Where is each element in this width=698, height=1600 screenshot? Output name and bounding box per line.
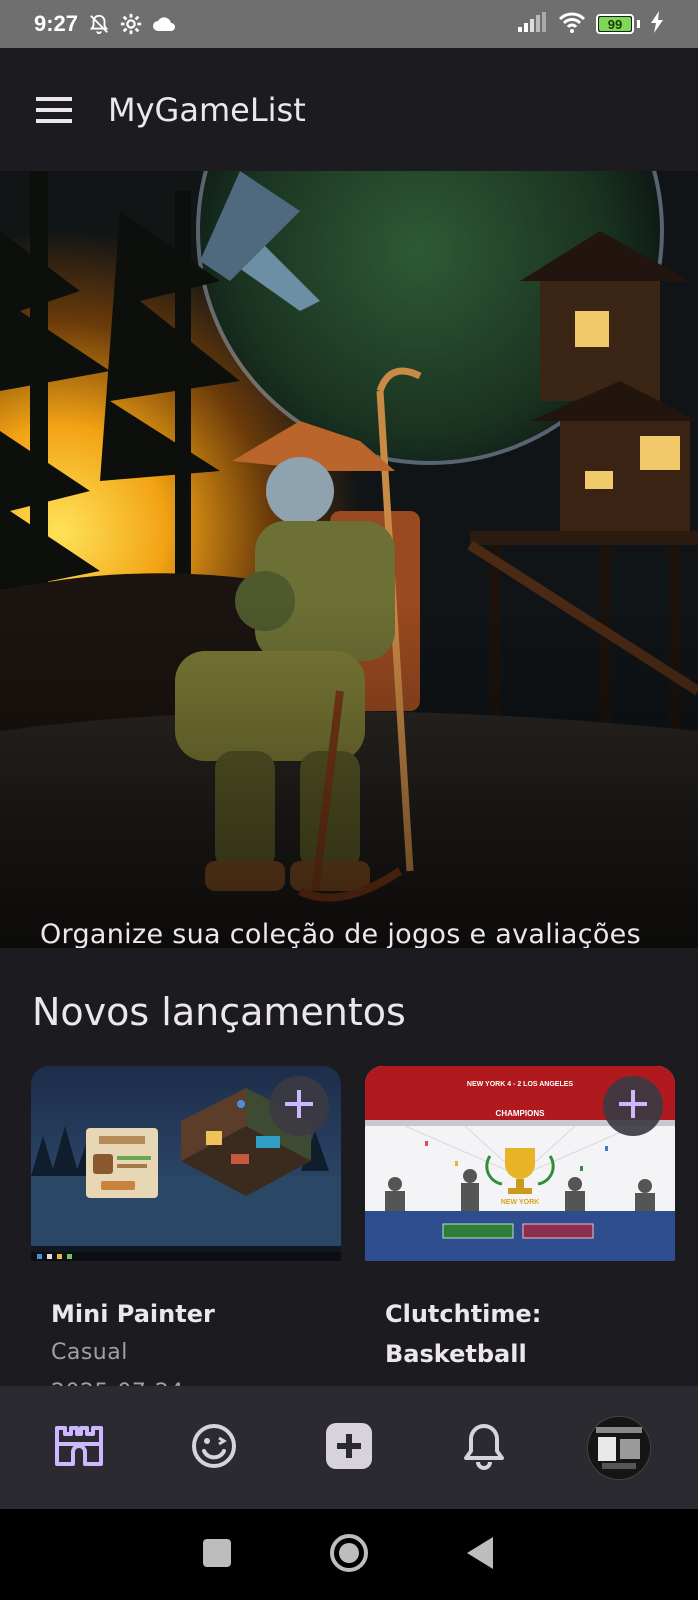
hero-artwork xyxy=(0,171,698,948)
profile-avatar[interactable] xyxy=(586,1415,651,1480)
hamburger-menu-icon[interactable] xyxy=(26,82,82,138)
champion-team: NEW YORK xyxy=(501,1199,539,1206)
app-title: MyGameList xyxy=(108,90,306,129)
add-game-button[interactable] xyxy=(603,1076,663,1136)
cloud-icon xyxy=(152,14,176,34)
battery-tip xyxy=(637,20,640,28)
add-game-button[interactable] xyxy=(269,1076,329,1136)
bottom-navigation xyxy=(0,1386,698,1509)
settings-icon xyxy=(120,13,142,35)
status-bar: 9:27 99 xyxy=(0,0,698,48)
add-icon xyxy=(619,1090,647,1122)
game-card-mini-painter[interactable]: Mini Painter Casual 2025-07-24 xyxy=(31,1066,341,1386)
app-bar: MyGameList xyxy=(0,48,698,171)
nav-notifications[interactable] xyxy=(444,1408,524,1488)
nav-collection[interactable] xyxy=(39,1408,119,1488)
notifications-off-icon xyxy=(88,13,110,35)
nav-feed[interactable] xyxy=(174,1408,254,1488)
game-card-clutchtime[interactable]: NEW YORK 4 - 2 LOS ANGELES CHAMPIONS NEW… xyxy=(365,1066,675,1386)
system-navigation-bar xyxy=(0,1509,698,1600)
square-icon xyxy=(203,1538,231,1571)
status-right: 99 xyxy=(518,10,664,38)
status-time: 9:27 xyxy=(34,11,79,36)
game-name[interactable]: Mini Painter xyxy=(51,1294,331,1334)
add-icon xyxy=(285,1090,313,1122)
wifi-icon xyxy=(558,11,586,38)
status-left: 9:27 xyxy=(34,11,176,37)
scoreboard-header: NEW YORK 4 - 2 LOS ANGELES xyxy=(467,1081,574,1088)
castle-icon xyxy=(55,1425,104,1470)
bell-icon xyxy=(462,1422,506,1474)
champions-banner: CHAMPIONS xyxy=(496,1109,546,1118)
signal-icon xyxy=(518,11,548,37)
game-name[interactable]: Clutchtime: Basketball xyxy=(385,1294,665,1374)
circle-icon xyxy=(329,1533,369,1577)
hero-banner: Organize sua coleção de jogos e avaliaçõ… xyxy=(0,171,698,948)
home-button[interactable] xyxy=(329,1533,369,1577)
battery-icon: 99 xyxy=(596,14,634,34)
back-button[interactable] xyxy=(467,1536,495,1573)
battery-percent: 99 xyxy=(607,16,623,32)
nav-profile[interactable] xyxy=(579,1408,659,1488)
recents-button[interactable] xyxy=(203,1538,231,1571)
new-releases-title: Novos lançamentos xyxy=(32,990,406,1034)
hero-tagline: Organize sua coleção de jogos e avaliaçõ… xyxy=(40,919,641,948)
nav-add[interactable] xyxy=(309,1408,389,1488)
game-genre: Casual xyxy=(51,1340,128,1365)
charging-icon xyxy=(650,10,664,38)
triangle-back-icon xyxy=(467,1536,495,1573)
new-releases-carousel[interactable]: Mini Painter Casual 2025-07-24 NEW YORK … xyxy=(31,1066,698,1386)
add-box-icon xyxy=(325,1422,372,1473)
smiley-icon xyxy=(190,1422,238,1474)
